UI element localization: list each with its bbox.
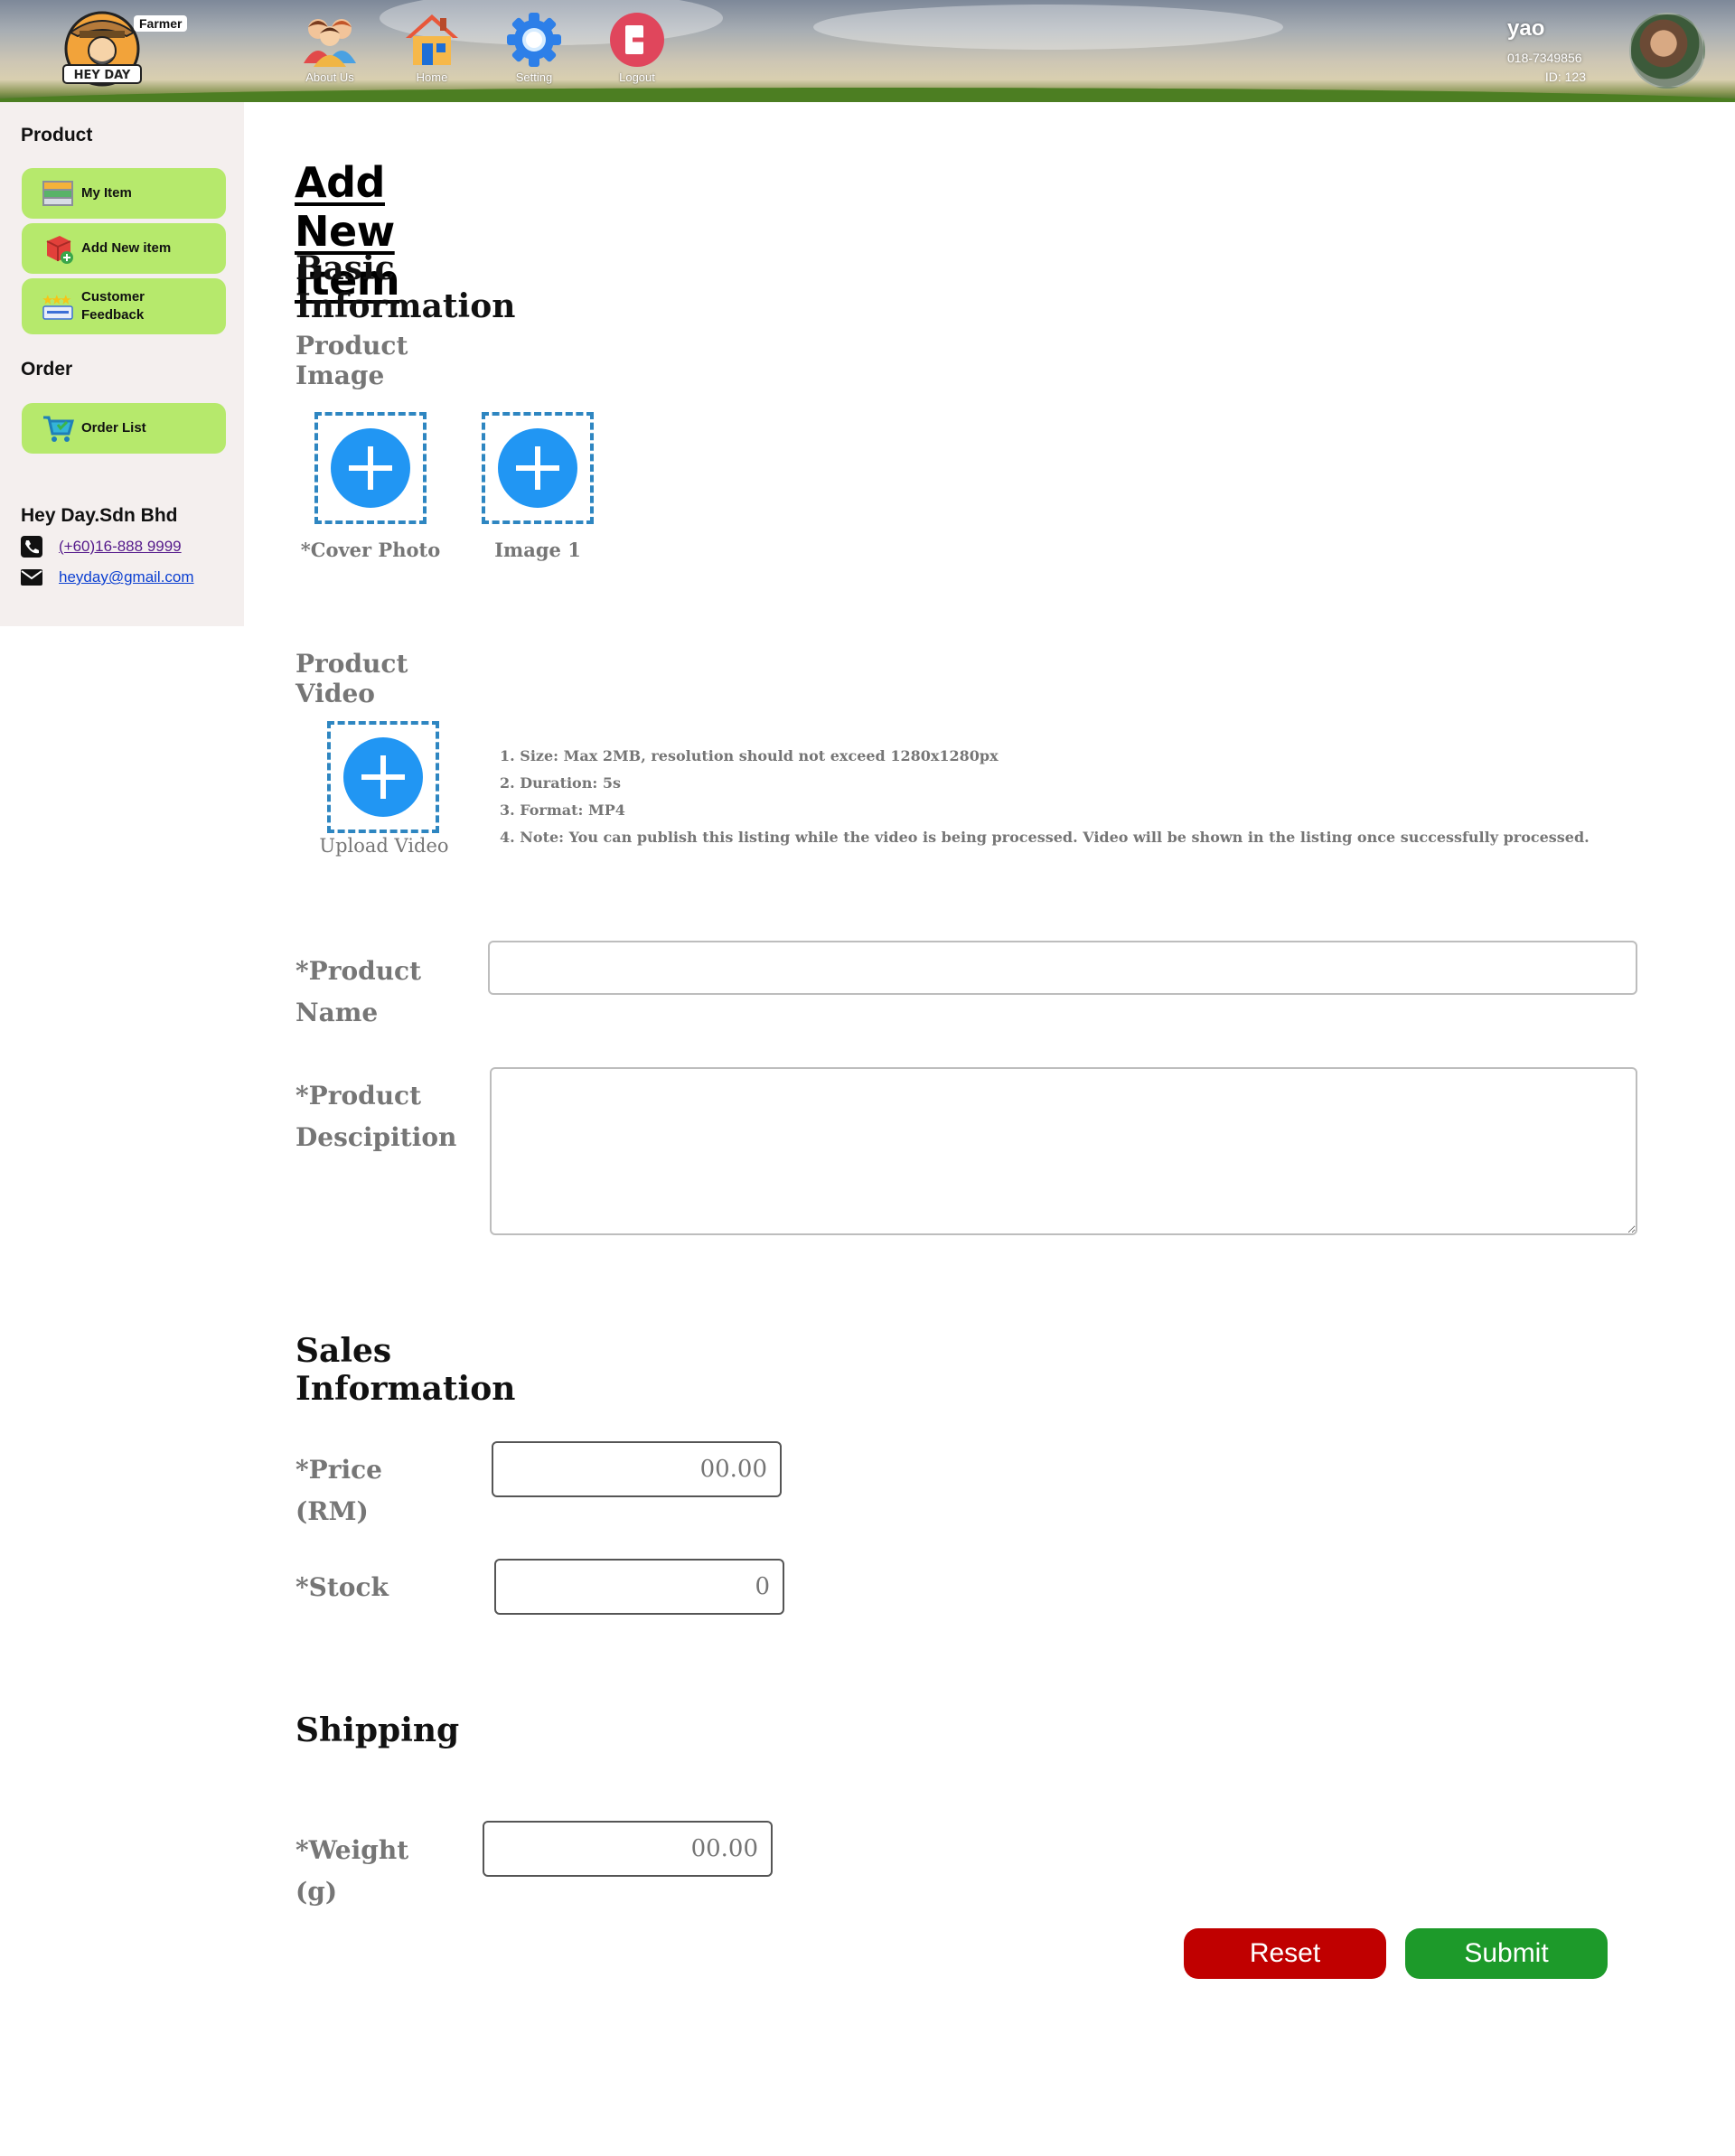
sidebar-item-label: Order List bbox=[81, 420, 146, 436]
nav-logout[interactable]: Logout bbox=[596, 11, 678, 84]
nav-setting[interactable]: Setting bbox=[493, 11, 575, 84]
weight-label: *Weight (g) bbox=[295, 1835, 409, 1907]
nav-label: Setting bbox=[515, 70, 553, 84]
reset-button[interactable]: Reset bbox=[1184, 1928, 1386, 1979]
hill-decoration bbox=[0, 88, 1735, 102]
price-input[interactable] bbox=[492, 1441, 782, 1497]
shipping-title: Shipping bbox=[295, 1711, 460, 1749]
company-phone-row: (+60)16-888 9999 bbox=[21, 536, 182, 558]
sidebar-item-label: Add New item bbox=[81, 240, 172, 256]
logout-icon bbox=[610, 13, 664, 67]
add-icon bbox=[498, 428, 577, 508]
company-name: Hey Day.Sdn Bhd bbox=[21, 505, 178, 526]
video-note: 3. Format: MP4 bbox=[500, 801, 625, 819]
sidebar: Product My Item Add New item Customer Fe… bbox=[0, 102, 244, 626]
nav-label: About Us bbox=[305, 70, 354, 84]
sidebar-item-order-list[interactable]: Order List bbox=[22, 403, 226, 454]
video-note: 1. Size: Max 2MB, resolution should not … bbox=[500, 747, 999, 764]
product-description-label: *Product Descipition bbox=[295, 1075, 456, 1158]
company-email-row: heyday@gmail.com bbox=[21, 568, 194, 586]
submit-button[interactable]: Submit bbox=[1405, 1928, 1608, 1979]
add-icon bbox=[343, 737, 423, 817]
basic-information-title: Basic Information bbox=[295, 249, 516, 325]
stock-input[interactable] bbox=[494, 1559, 784, 1615]
role-tag: Farmer bbox=[134, 15, 188, 32]
about-us-icon bbox=[304, 19, 356, 67]
sidebar-item-my-item[interactable]: My Item bbox=[22, 168, 226, 219]
sidebar-heading-order: Order bbox=[21, 359, 73, 380]
sales-information-title: Sales Information bbox=[295, 1332, 516, 1408]
avatar[interactable] bbox=[1629, 13, 1705, 89]
user-id: ID: 123 bbox=[1544, 70, 1586, 84]
product-video-label: Product Video bbox=[295, 649, 408, 708]
product-description-label-line: *Product bbox=[295, 1081, 422, 1111]
product-name-input[interactable] bbox=[488, 941, 1637, 995]
image-1-caption: Image 1 bbox=[494, 539, 581, 561]
video-note: 2. Duration: 5s bbox=[500, 774, 621, 792]
price-label: *Price (RM) bbox=[295, 1455, 382, 1526]
sidebar-item-label: My Item bbox=[81, 185, 132, 201]
video-requirements: 1. Size: Max 2MB, resolution should not … bbox=[500, 743, 1590, 851]
video-upload-caption: Upload Video bbox=[319, 835, 449, 857]
sidebar-item-add-new-item[interactable]: Add New item bbox=[22, 223, 226, 274]
cover-photo-upload[interactable] bbox=[314, 412, 427, 524]
product-description-label-line: Descipition bbox=[295, 1122, 457, 1152]
company-phone-link[interactable]: (+60)16-888 9999 bbox=[59, 538, 182, 556]
video-upload[interactable] bbox=[327, 721, 439, 833]
user-name: yao bbox=[1507, 16, 1545, 41]
top-header: HEY DAY Farmer About Us Home Setting Log… bbox=[0, 0, 1735, 102]
product-image-label: Product Image bbox=[295, 331, 408, 390]
sidebar-item-label: Customer Feedback bbox=[81, 289, 145, 323]
video-note: 4. Note: You can publish this listing wh… bbox=[500, 829, 1590, 846]
cloud-decoration bbox=[813, 5, 1283, 50]
add-icon bbox=[331, 428, 410, 508]
mail-icon bbox=[21, 569, 42, 586]
shelf-icon bbox=[42, 181, 73, 206]
gear-icon bbox=[507, 13, 561, 67]
company-email-link[interactable]: heyday@gmail.com bbox=[59, 568, 194, 586]
image-1-upload[interactable] bbox=[482, 412, 594, 524]
home-icon bbox=[406, 14, 458, 65]
nav-label: Logout bbox=[619, 70, 655, 84]
rating-icon bbox=[42, 295, 73, 320]
weight-input[interactable] bbox=[483, 1821, 773, 1877]
product-description-input[interactable] bbox=[490, 1067, 1637, 1235]
sidebar-heading-product: Product bbox=[21, 125, 93, 145]
cover-photo-caption: *Cover Photo bbox=[300, 539, 441, 561]
phone-icon bbox=[21, 536, 42, 558]
sidebar-item-customer-feedback[interactable]: Customer Feedback bbox=[22, 278, 226, 334]
logo-text: HEY DAY bbox=[74, 69, 131, 82]
nav-home[interactable]: Home bbox=[391, 11, 473, 84]
nav-about-us[interactable]: About Us bbox=[289, 11, 370, 84]
product-name-label: *Product Name bbox=[295, 956, 422, 1027]
stock-label: *Stock bbox=[295, 1572, 389, 1602]
nav-label: Home bbox=[416, 70, 448, 84]
user-phone: 018-7349856 bbox=[1507, 51, 1582, 65]
add-box-icon bbox=[46, 236, 73, 264]
cart-icon bbox=[43, 416, 74, 442]
